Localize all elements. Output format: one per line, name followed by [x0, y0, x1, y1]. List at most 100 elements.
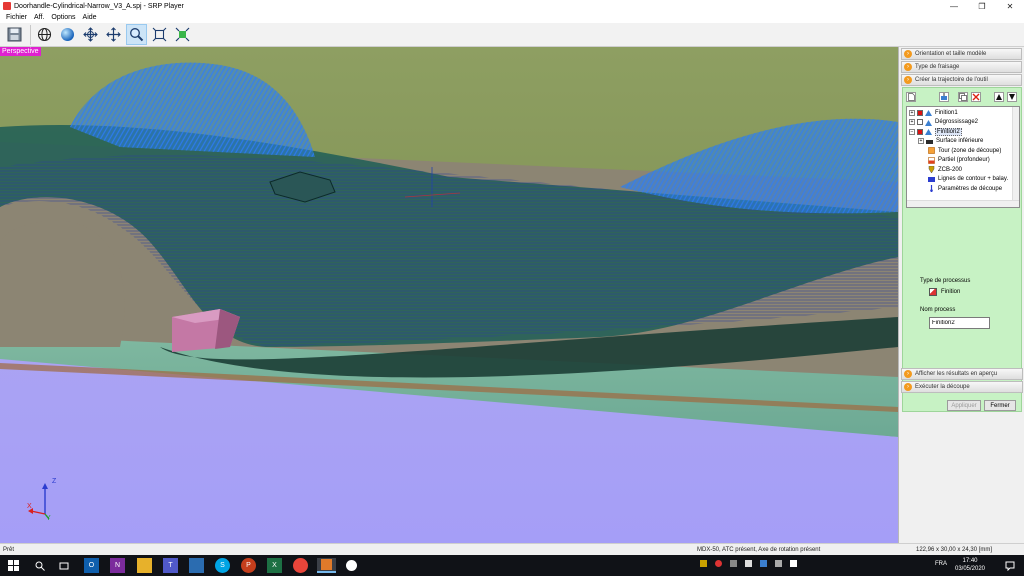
outlook-taskbar[interactable]: O [84, 558, 99, 573]
tree-checkbox[interactable] [917, 119, 923, 126]
step-create-toolpath[interactable]: › Créer la trajectoire de l'outil [901, 74, 1022, 86]
skype-taskbar[interactable]: S [215, 558, 230, 573]
start-button[interactable] [6, 558, 21, 573]
outlook-icon: O [88, 562, 95, 569]
move-down-button[interactable] [1007, 92, 1017, 102]
view-mode-label: Perspective [0, 47, 41, 56]
3d-viewport[interactable]: Perspective Z X Y [0, 47, 898, 543]
srp-player-taskbar[interactable] [317, 558, 336, 573]
tray-icon [745, 560, 752, 567]
tray-icon [730, 560, 737, 567]
app-taskbar[interactable] [344, 558, 359, 573]
delete-process-button[interactable] [971, 92, 981, 102]
menu-fichier[interactable]: Fichier [5, 14, 28, 21]
new-process-button[interactable] [906, 92, 916, 102]
explorer-taskbar[interactable] [137, 558, 152, 573]
tree-item-tour[interactable]: Tour (zone de découpe) [909, 146, 1019, 156]
chrome-taskbar[interactable] [293, 558, 308, 573]
scene-render [0, 47, 898, 543]
fit-all-button[interactable] [172, 24, 193, 45]
step-preview-results[interactable]: › Afficher les résultats en aperçu [901, 368, 1023, 380]
tree-item-partiel[interactable]: Partiel (profondeur) [909, 156, 1019, 166]
copy-icon [959, 93, 967, 101]
contour-lines-icon [928, 176, 935, 183]
pan-button[interactable] [103, 24, 124, 45]
tree-item-finition1[interactable]: + Finition1 [909, 108, 1019, 118]
menu-affichage[interactable]: Aff. [33, 14, 45, 21]
menu-aide[interactable]: Aide [82, 14, 98, 21]
tree-horizontal-scrollbar[interactable] [907, 200, 1019, 207]
notification-icon [1005, 561, 1014, 571]
tree-vertical-scrollbar[interactable] [1012, 107, 1019, 207]
tree-checkbox[interactable] [917, 128, 923, 135]
tree-item-contour[interactable]: Lignes de contour + balay. [909, 175, 1019, 185]
close-panel-button[interactable]: Fermer [984, 400, 1016, 411]
status-text: Prêt [3, 547, 15, 553]
process-name-label: Nom process [920, 307, 956, 313]
rotate-axes-icon [83, 27, 98, 42]
tray-icon [700, 560, 707, 567]
app-icon [346, 560, 357, 571]
onenote-taskbar[interactable]: N [110, 558, 125, 573]
zoom-button[interactable] [126, 24, 147, 45]
fit-all-icon [175, 27, 190, 42]
expand-toggle[interactable]: + [909, 109, 915, 116]
maximize-button[interactable]: ❐ [968, 0, 996, 12]
move-up-button[interactable] [994, 92, 1004, 102]
powerpoint-taskbar[interactable]: P [241, 558, 256, 573]
system-tray[interactable] [700, 560, 900, 570]
process-tree[interactable]: + Finition1 + Dégrossissage2 − Finition2 [906, 106, 1020, 208]
step-execute-cutting[interactable]: › Exécuter la découpe [901, 381, 1023, 393]
collapse-toggle[interactable]: − [909, 128, 915, 135]
rotate-button[interactable] [80, 24, 101, 45]
teams-taskbar[interactable]: T [163, 558, 178, 573]
step-model-orientation[interactable]: › Orientation et taille modèle [901, 48, 1022, 60]
photos-taskbar[interactable] [189, 558, 204, 573]
apply-button[interactable]: Appliquer [947, 400, 981, 411]
fit-view-button[interactable] [149, 24, 170, 45]
axis-z-label: Z [52, 478, 57, 485]
onenote-icon: N [114, 562, 121, 569]
notifications-button[interactable] [1002, 558, 1017, 573]
fit-view-icon [152, 27, 167, 42]
search-icon [35, 561, 45, 571]
menu-options[interactable]: Options [50, 14, 76, 21]
expand-toggle[interactable]: + [918, 138, 924, 145]
close-button[interactable]: ✕ [996, 0, 1024, 12]
tree-item-tool[interactable]: ZCB-200 [909, 165, 1019, 175]
new-doc-icon [907, 93, 915, 101]
cutting-area-icon [928, 147, 935, 155]
view-sphere-button[interactable] [57, 24, 78, 45]
tree-item-degrossissage2[interactable]: + Dégrossissage2 [909, 118, 1019, 128]
tray-icon [760, 560, 767, 567]
language-indicator[interactable]: FRA [935, 561, 947, 567]
toolbar-separator [30, 24, 31, 45]
axis-triad [28, 483, 50, 520]
search-button[interactable] [32, 558, 47, 573]
menu-bar: Fichier Aff. Options Aide [0, 12, 1024, 23]
task-view-icon [59, 562, 68, 569]
copy-process-button[interactable] [958, 92, 968, 102]
excel-taskbar[interactable]: X [267, 558, 282, 573]
expand-toggle[interactable]: + [909, 119, 915, 126]
step-milling-type[interactable]: › Type de fraisage [901, 61, 1022, 73]
minimize-button[interactable]: — [940, 0, 968, 12]
tree-item-params[interactable]: Paramètres de découpe [909, 184, 1019, 194]
delete-icon [972, 93, 980, 101]
add-process-button[interactable] [939, 92, 949, 102]
globe-icon [37, 27, 52, 42]
title-bar: Doorhandle-Cylindrical-Narrow_V3_A.spj -… [0, 0, 1024, 12]
clock[interactable]: 17:40 03/05/2020 [952, 557, 988, 573]
windows-taskbar: O N T S P X FRA 17:40 03/05/2020 [0, 555, 1024, 576]
view-globe-button[interactable] [34, 24, 55, 45]
save-button[interactable] [4, 24, 25, 45]
process-name-input[interactable] [929, 317, 990, 329]
tree-checkbox[interactable] [917, 109, 923, 116]
excel-icon: X [272, 562, 277, 569]
tree-item-surface[interactable]: + Surface inférieure [909, 137, 1019, 147]
task-view-button[interactable] [56, 558, 71, 573]
finishing-icon [929, 288, 937, 296]
save-icon [7, 27, 22, 42]
tree-item-finition2[interactable]: − Finition2 [909, 127, 1019, 137]
tray-icon [790, 560, 797, 567]
